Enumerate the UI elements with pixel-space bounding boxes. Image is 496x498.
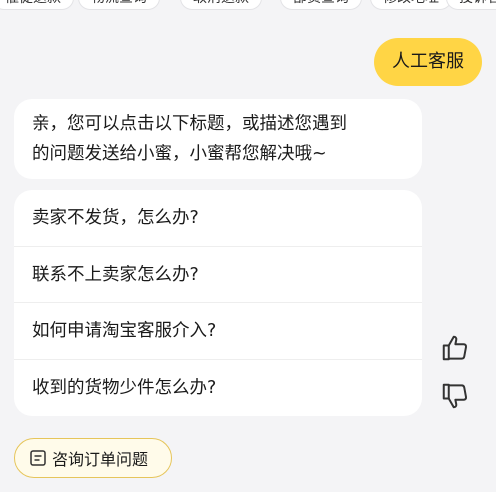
suggested-questions-card: 卖家不发货，怎么办? 联系不上卖家怎么办? 如何申请淘宝客服介入? 收到的货物少… [14,190,422,416]
thumbs-down-icon[interactable] [440,381,470,411]
quick-chip[interactable]: 取消退款 [180,0,262,10]
bot-message-bubble: 亲，您可以点击以下标题，或描述您遇到 的问题发送给小蜜，小蜜帮您解决哦~ [14,99,422,179]
input-bar-edge [0,492,496,498]
question-item[interactable]: 联系不上卖家怎么办? [14,247,422,303]
quick-chip[interactable]: 投诉客 [446,0,496,10]
question-item[interactable]: 如何申请淘宝客服介入? [14,303,422,360]
quick-chip[interactable]: 部货查询 [280,0,362,10]
user-message-bubble: 人工客服 [374,38,482,86]
quick-chip[interactable]: 修改地址 [370,0,452,10]
bot-message-line: 亲，您可以点击以下标题，或描述您遇到 [32,114,347,134]
bot-message-line: 的问题发送给小蜜，小蜜帮您解决哦~ [32,144,327,164]
order-inquiry-label: 咨询订单问题 [52,450,149,469]
question-item[interactable]: 收到的货物少件怎么办? [14,360,422,417]
order-form-icon [30,450,46,466]
question-item[interactable]: 卖家不发货，怎么办? [14,190,422,247]
order-inquiry-button[interactable]: 咨询订单问题 [14,438,172,478]
quick-chip-row: 催促退款 物流查询 取消退款 部货查询 修改地址 投诉客 [0,0,496,10]
quick-chip[interactable]: 物流查询 [78,0,160,10]
quick-chip[interactable]: 催促退款 [0,0,74,10]
thumbs-up-icon[interactable] [440,333,470,363]
